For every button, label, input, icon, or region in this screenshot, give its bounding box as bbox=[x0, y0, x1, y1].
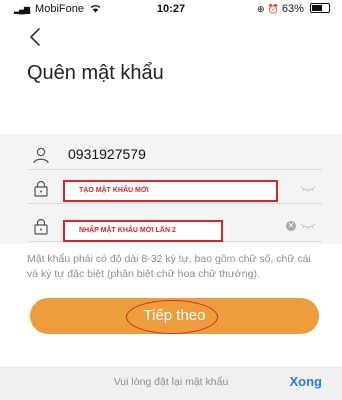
page-title: Quên mật khẩu bbox=[27, 62, 164, 84]
new-password-annotation: TẠO MẬT KHẨU MỚI bbox=[63, 180, 278, 202]
lock-rotation-icon: ⊕ bbox=[257, 4, 265, 14]
user-icon bbox=[33, 147, 49, 164]
alarm-icon: ⏰ bbox=[267, 4, 279, 14]
password-hint: Mật khẩu phải có độ dài 8-32 ký tự, bao … bbox=[27, 253, 311, 280]
keyboard-accessory-bar: Vui lòng đặt lại mật khẩu Xong bbox=[0, 366, 342, 400]
divider bbox=[28, 169, 322, 170]
battery-icon bbox=[310, 3, 330, 13]
done-button[interactable]: Xong bbox=[290, 374, 323, 389]
divider bbox=[28, 203, 322, 204]
status-bar: ▂▄▆ MobiFone 10:27 ⊕ ⏰ 63% bbox=[0, 0, 342, 18]
next-button[interactable]: Tiếp theo bbox=[30, 298, 319, 334]
battery-percent: 63% bbox=[281, 3, 304, 15]
phone-number[interactable]: 0931927579 bbox=[68, 146, 146, 162]
chevron-left-icon bbox=[30, 28, 40, 46]
eye-closed-icon[interactable] bbox=[300, 184, 316, 194]
phone-row: 0931927579 bbox=[28, 140, 322, 170]
lock-icon bbox=[34, 218, 48, 235]
back-button[interactable] bbox=[26, 26, 46, 48]
eye-closed-icon[interactable] bbox=[300, 221, 316, 231]
status-right: ⊕ ⏰ 63% bbox=[257, 3, 330, 15]
clear-icon[interactable]: ✕ bbox=[286, 221, 296, 231]
confirm-password-annotation: NHẬP MẬT KHẨU MỚI LẦN 2 bbox=[63, 220, 223, 242]
lock-icon bbox=[34, 180, 48, 197]
